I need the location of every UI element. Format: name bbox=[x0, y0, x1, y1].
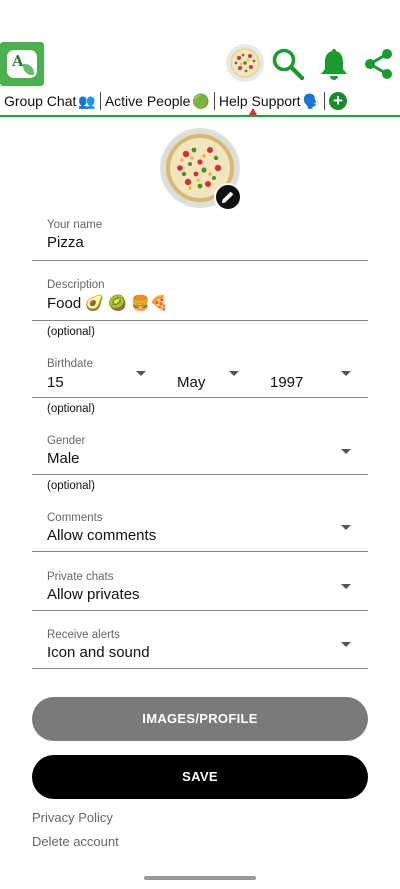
alerts-label: Receive alerts bbox=[47, 629, 120, 641]
birthdate-underline bbox=[32, 397, 368, 398]
tab-help-support[interactable]: Help Support 🗣️ bbox=[215, 91, 324, 111]
gender-underline bbox=[32, 474, 368, 475]
description-label: Description bbox=[47, 279, 105, 291]
comments-select[interactable]: Comments Allow comments bbox=[47, 512, 368, 544]
description-value[interactable]: Food 🥑 🥝 🍔🍕 bbox=[47, 294, 368, 312]
tab-group-chat[interactable]: Group Chat 👥 bbox=[0, 91, 100, 111]
pencil-icon bbox=[222, 191, 234, 203]
avatar[interactable] bbox=[226, 44, 264, 82]
pizza-avatar-image bbox=[230, 48, 260, 78]
description-field[interactable]: Description Food 🥑 🥝 🍔🍕 bbox=[47, 279, 368, 312]
alerts-value: Icon and sound bbox=[47, 644, 150, 661]
images-profile-button[interactable]: IMAGES/PROFILE bbox=[32, 697, 368, 741]
tab-label: Active People bbox=[104, 93, 191, 109]
home-indicator[interactable] bbox=[144, 876, 256, 880]
gender-select[interactable]: Gender Male bbox=[47, 435, 368, 467]
app-logo-letter: A bbox=[12, 52, 24, 70]
chevron-down-icon[interactable] bbox=[229, 371, 239, 376]
delete-account-link[interactable]: Delete account bbox=[32, 834, 119, 849]
tab-label: Group Chat bbox=[4, 93, 77, 109]
chevron-down-icon[interactable] bbox=[341, 449, 351, 454]
birthdate-hint: (optional) bbox=[47, 403, 95, 415]
private-chats-label: Private chats bbox=[47, 571, 114, 583]
green-dot-icon: 🟢 bbox=[192, 92, 210, 109]
name-underline bbox=[32, 260, 368, 261]
save-button[interactable]: SAVE bbox=[32, 755, 368, 799]
comments-value: Allow comments bbox=[47, 527, 157, 544]
birth-year-select[interactable]: 1997 bbox=[270, 374, 303, 391]
leaf-icon bbox=[23, 64, 34, 75]
app-bar: A bbox=[0, 42, 400, 88]
bell-icon[interactable] bbox=[316, 46, 352, 82]
name-value[interactable]: Pizza bbox=[47, 234, 368, 251]
add-tab-icon[interactable]: + bbox=[329, 92, 348, 110]
chevron-down-icon[interactable] bbox=[341, 584, 351, 589]
tab-bar: Group Chat 👥 Active People 🟢 Help Support 🗣… bbox=[0, 90, 400, 112]
tab-underline bbox=[0, 115, 400, 117]
active-tab-indicator bbox=[249, 108, 257, 115]
comments-underline bbox=[32, 551, 368, 552]
tab-label: Help Support bbox=[218, 93, 301, 109]
share-icon[interactable] bbox=[360, 46, 396, 82]
private-chats-value: Allow privates bbox=[47, 586, 140, 603]
chevron-down-icon[interactable] bbox=[341, 642, 351, 647]
search-icon[interactable] bbox=[270, 46, 306, 82]
gender-hint: (optional) bbox=[47, 480, 95, 492]
group-emoji-icon: 👥 bbox=[78, 92, 96, 109]
description-underline bbox=[32, 320, 368, 321]
alerts-select[interactable]: Receive alerts Icon and sound bbox=[47, 629, 368, 661]
private-chats-underline bbox=[32, 610, 368, 611]
speaking-head-icon: 🗣️ bbox=[302, 92, 321, 109]
gender-value: Male bbox=[47, 450, 80, 467]
comments-label: Comments bbox=[47, 512, 103, 524]
birthdate-label: Birthdate bbox=[47, 358, 94, 370]
birth-day-select[interactable]: 15 bbox=[47, 374, 64, 391]
chevron-down-icon[interactable] bbox=[341, 371, 351, 376]
alerts-underline bbox=[32, 668, 368, 669]
app-logo[interactable]: A bbox=[0, 42, 44, 86]
birth-month-select[interactable]: May bbox=[177, 374, 205, 391]
app-logo-badge: A bbox=[7, 50, 37, 78]
description-hint: (optional) bbox=[47, 326, 95, 338]
private-chats-select[interactable]: Private chats Allow privates bbox=[47, 571, 368, 603]
name-label: Your name bbox=[47, 219, 103, 231]
chevron-down-icon[interactable] bbox=[136, 371, 146, 376]
birthdate-field: Birthdate bbox=[47, 358, 368, 370]
tab-active-people[interactable]: Active People 🟢 bbox=[101, 91, 214, 111]
edit-photo-button[interactable] bbox=[214, 183, 242, 211]
gender-label: Gender bbox=[47, 435, 86, 447]
tab-divider bbox=[324, 92, 326, 110]
privacy-policy-link[interactable]: Privacy Policy bbox=[32, 810, 113, 825]
chevron-down-icon[interactable] bbox=[341, 525, 351, 530]
name-field[interactable]: Your name Pizza bbox=[47, 219, 368, 251]
